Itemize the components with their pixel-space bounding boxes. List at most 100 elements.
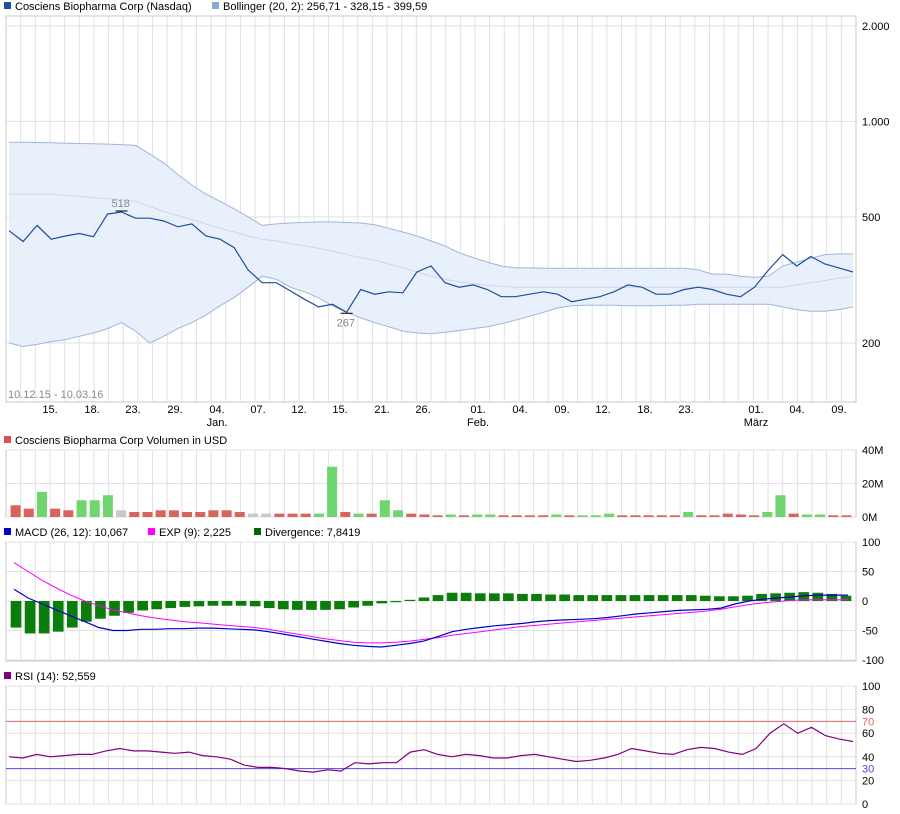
volume-bar (89, 500, 100, 517)
volume-bar (142, 511, 153, 517)
legend-macd: MACD (26, 12): 10,067 (15, 527, 128, 539)
x-tick-label: 18. (84, 404, 99, 416)
volume-bar (656, 515, 667, 517)
volume-bar (590, 515, 601, 517)
legend-bollinger: Bollinger (20, 2): 256,71 - 328,15 - 399… (223, 1, 427, 13)
rsi-tick-label: 60 (862, 728, 874, 740)
price-tick-label: 1.000 (862, 116, 890, 128)
divergence-bar (320, 601, 331, 610)
volume-bar (353, 513, 364, 517)
volume-bar (36, 491, 47, 517)
volume-bar (340, 511, 351, 517)
x-tick-label: 01. (470, 404, 485, 416)
macd-tick-label: 100 (862, 537, 880, 549)
divergence-bar (432, 595, 444, 601)
divergence-bar (179, 601, 191, 607)
x-tick-label: 23. (678, 404, 693, 416)
volume-bar (313, 513, 324, 517)
macd-tick-label: -100 (862, 655, 884, 667)
volume-bar (182, 511, 193, 517)
volume-bar (735, 514, 746, 517)
divergence-bar (474, 593, 486, 601)
divergence-bar (207, 601, 219, 606)
divergence-bar (657, 595, 669, 601)
volume-bar (696, 515, 707, 517)
legend-price: Cosciens Biopharma Corp (Nasdaq) (15, 1, 192, 13)
divergence-bar (151, 601, 163, 610)
volume-bar (538, 515, 549, 517)
x-month-label: März (744, 417, 768, 429)
divergence-bar (446, 592, 458, 601)
volume-bar (564, 515, 575, 517)
divergence-bar (390, 601, 402, 603)
volume-bar (195, 511, 206, 517)
legend-swatch-rsi (4, 672, 11, 679)
volume-bar (379, 500, 390, 517)
divergence-bar (109, 601, 120, 616)
divergence-bar (601, 595, 613, 601)
divergence-bar (334, 601, 345, 610)
volume-bar (709, 515, 720, 517)
volume-bar (300, 513, 311, 517)
divergence-bar (235, 601, 247, 606)
volume-bar (287, 513, 298, 517)
macd-tick-label: -50 (862, 626, 878, 638)
volume-bar (419, 514, 430, 517)
volume-bar (432, 515, 443, 517)
divergence-bar (531, 593, 542, 601)
x-tick-label: 04. (209, 404, 224, 416)
volume-bar (788, 513, 799, 517)
x-tick-label: 15. (332, 404, 347, 416)
volume-tick-label: 20M (862, 479, 883, 491)
volume-bar (472, 514, 483, 517)
divergence-bar (615, 595, 627, 601)
x-tick-label: 18. (637, 404, 652, 416)
divergence-bar (95, 601, 106, 619)
price-tick-label: 200 (862, 338, 880, 350)
volume-bar (168, 510, 179, 517)
x-tick-label: 09. (831, 404, 846, 416)
divergence-bar (292, 601, 303, 610)
x-tick-label: 23. (125, 404, 140, 416)
divergence-bar (362, 601, 374, 606)
legend-swatch-bollinger (212, 2, 219, 9)
divergence-bar (348, 601, 359, 608)
volume-tick-label: 0M (862, 512, 877, 524)
legend-swatch-divergence (254, 528, 261, 535)
divergence-bar (559, 594, 570, 601)
high-annotation: 518 (112, 198, 130, 210)
volume-bar (511, 515, 522, 517)
divergence-bar (643, 595, 655, 601)
price-tick-label: 2.000 (862, 21, 890, 33)
x-month-label: Feb. (467, 417, 489, 429)
volume-bar (801, 514, 812, 517)
volume-bar (643, 515, 654, 517)
rsi-ref-label: 70 (862, 716, 874, 728)
volume-bar (749, 515, 760, 517)
legend-swatch-volume (4, 436, 11, 443)
x-tick-label: 07. (250, 404, 265, 416)
x-tick-label: 29. (167, 404, 182, 416)
divergence-bar (306, 601, 317, 610)
x-tick-label: 21. (374, 404, 389, 416)
volume-bar (485, 514, 496, 517)
legend-divergence: Divergence: 7,8419 (265, 527, 360, 539)
divergence-bar (24, 601, 36, 634)
volume-bar (221, 510, 232, 517)
legend-rsi: RSI (14): 52,559 (15, 671, 96, 683)
divergence-bar (137, 601, 148, 611)
divergence-bar (123, 601, 134, 613)
volume-bar (524, 515, 535, 517)
divergence-bar (81, 601, 92, 622)
divergence-bar (517, 593, 528, 601)
legend-swatch-macd (4, 528, 11, 535)
x-tick-label: 12. (291, 404, 306, 416)
rsi-ref-label: 30 (862, 764, 874, 776)
divergence-bar (263, 601, 275, 609)
divergence-bar (460, 592, 472, 601)
divergence-bar (671, 595, 683, 601)
x-tick-label: 04. (789, 404, 804, 416)
volume-bar (458, 515, 469, 517)
low-annotation: 267 (337, 317, 355, 329)
divergence-bar (193, 601, 205, 607)
